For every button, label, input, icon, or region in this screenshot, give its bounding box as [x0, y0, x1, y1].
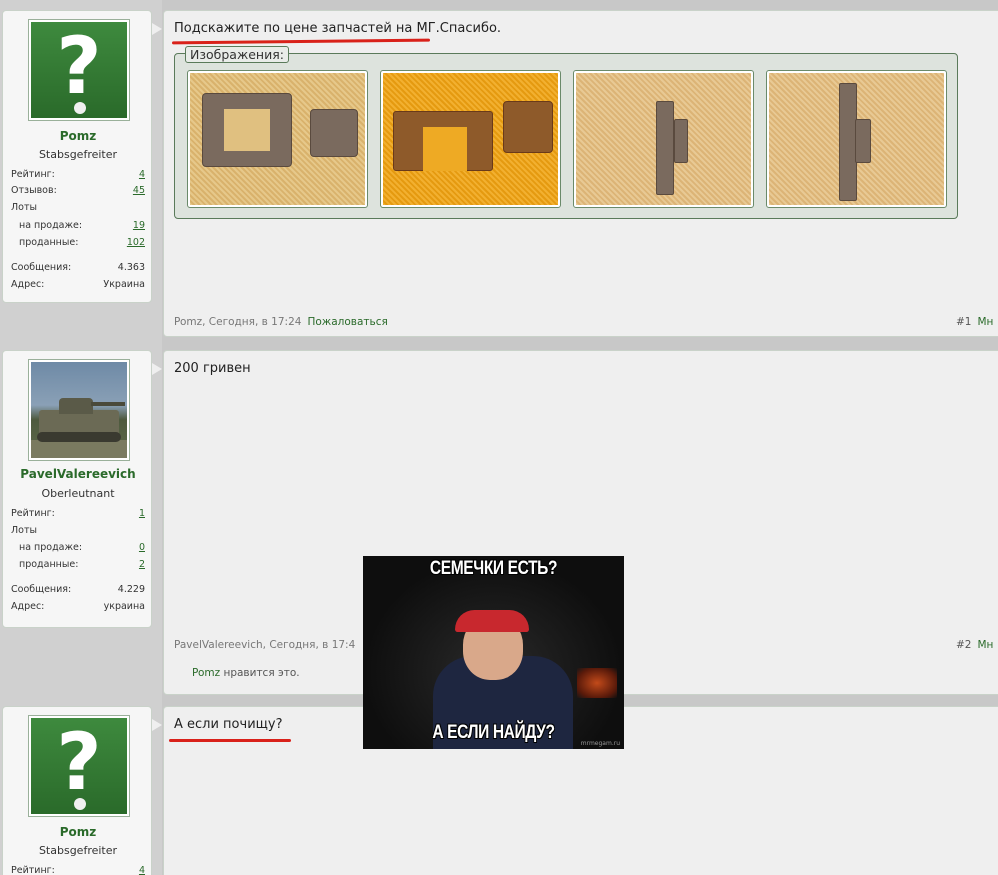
- avatar[interactable]: ?: [28, 715, 130, 817]
- stat-rating: Рейтинг: 4: [11, 865, 145, 875]
- footer-author-link[interactable]: Pomz: [174, 316, 202, 328]
- stat-rating: Рейтинг: 4: [11, 169, 145, 180]
- user-rank: Stabsgefreiter: [38, 844, 118, 857]
- part-photo-image: [769, 73, 944, 205]
- message-text: 200 гривен: [174, 361, 251, 376]
- post-permalink[interactable]: #1: [956, 316, 971, 328]
- stat-messages: Сообщения: 4.363: [11, 262, 145, 273]
- footer-time: , Сегодня, в 17:4: [262, 639, 356, 651]
- part-photo-image: [576, 73, 751, 205]
- likes-summary: Pomz нравится это.: [192, 667, 300, 679]
- meme-watermark: mrmegam.ru: [580, 740, 620, 747]
- part-photo-image: [383, 73, 558, 205]
- report-link[interactable]: Пожаловаться: [307, 316, 387, 328]
- attachment-thumbnail-3[interactable]: [573, 70, 754, 208]
- stat-rating-link[interactable]: 4: [139, 169, 145, 180]
- stat-lots: Лоты: [11, 525, 37, 536]
- post-number: #2 Мн: [956, 639, 993, 651]
- meme-bottom-text: А ЕСЛИ НАЙДУ?: [432, 722, 555, 743]
- username[interactable]: PavelValereevich: [3, 467, 153, 481]
- message-body: Подскажите по цене запчастей на МГ.Спаси…: [163, 10, 998, 337]
- user-info: ? Pomz Stabsgefreiter Рейтинг: 4: [2, 706, 162, 875]
- stat-on-sale-link[interactable]: 19: [133, 220, 145, 231]
- stat-sold: проданные: 102: [19, 237, 145, 248]
- stat-rating-link[interactable]: 1: [139, 508, 145, 519]
- avatar[interactable]: [28, 359, 130, 461]
- stat-sold-link[interactable]: 102: [127, 237, 145, 248]
- stat-on-sale: на продаже: 0: [19, 542, 145, 553]
- attachments-box: Изображения:: [174, 46, 958, 219]
- red-underline-annotation: [171, 38, 431, 45]
- post-number: #1 Мн: [956, 316, 993, 328]
- tank-icon: [31, 362, 127, 458]
- stat-lots: Лоты: [11, 202, 37, 213]
- red-underline-annotation: [169, 739, 291, 742]
- attachment-thumbnail-2[interactable]: [380, 70, 561, 208]
- message-text: А если почищу?: [174, 717, 283, 732]
- stat-on-sale-link[interactable]: 0: [139, 542, 145, 553]
- user-rank: Stabsgefreiter: [38, 148, 118, 161]
- post-footer: Pomz, Сегодня, в 17:24 Пожаловаться: [174, 316, 388, 328]
- stat-rating-link[interactable]: 4: [139, 865, 145, 875]
- user-info: PavelValereevich Oberleutnant Рейтинг: 1 …: [2, 350, 162, 628]
- post-permalink[interactable]: #2: [956, 639, 971, 651]
- stat-sold: проданные: 2: [19, 559, 145, 570]
- stat-reviews-link[interactable]: 45: [133, 185, 145, 196]
- user-rank: Oberleutnant: [41, 487, 115, 500]
- avatar[interactable]: ?: [28, 19, 130, 121]
- campfire-graphic: [577, 668, 617, 698]
- username[interactable]: Pomz: [3, 825, 153, 839]
- stat-on-sale: на продаже: 19: [19, 220, 145, 231]
- like-user-link[interactable]: Pomz: [192, 667, 220, 679]
- message-text: Подскажите по цене запчастей на МГ.Спаси…: [174, 21, 502, 36]
- post-1: ? Pomz Stabsgefreiter Рейтинг: 4 Отзывов:…: [0, 0, 998, 340]
- username[interactable]: Pomz: [3, 129, 153, 143]
- user-info: ? Pomz Stabsgefreiter Рейтинг: 4 Отзывов:…: [2, 10, 162, 303]
- post-footer: PavelValereevich, Сегодня, в 17:4: [174, 639, 355, 651]
- attachment-thumbnail-4[interactable]: [766, 70, 947, 208]
- attachment-thumbnail-1[interactable]: [187, 70, 368, 208]
- stat-reviews: Отзывов: 45: [11, 185, 145, 196]
- question-mark-icon: ?: [31, 718, 127, 814]
- more-link[interactable]: Мн: [977, 639, 993, 651]
- stat-rating: Рейтинг: 1: [11, 508, 145, 519]
- stat-sold-link[interactable]: 2: [139, 559, 145, 570]
- part-photo-image: [190, 73, 365, 205]
- question-mark-icon: ?: [31, 22, 127, 118]
- meme-top-text: СЕМЕЧКИ ЕСТЬ?: [429, 558, 558, 579]
- footer-author-link[interactable]: PavelValereevich: [174, 639, 263, 651]
- stat-address: Адрес: Украина: [11, 279, 145, 290]
- attachments-legend: Изображения:: [185, 46, 289, 63]
- stat-address: Адрес: украина: [11, 601, 145, 612]
- more-link[interactable]: Мн: [977, 316, 993, 328]
- footer-time: , Сегодня, в 17:24: [202, 316, 302, 328]
- stat-messages: Сообщения: 4.229: [11, 584, 145, 595]
- meme-image: СЕМЕЧКИ ЕСТЬ? А ЕСЛИ НАЙДУ? mrmegam.ru: [363, 556, 624, 749]
